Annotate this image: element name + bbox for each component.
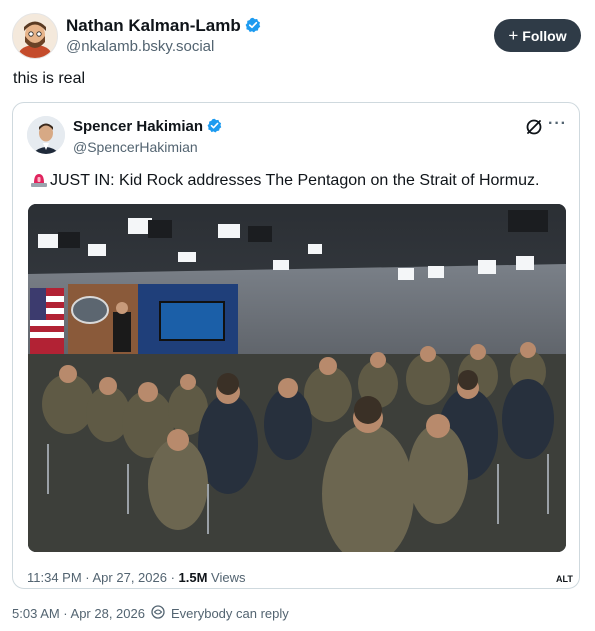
author-name-text[interactable]: Nathan Kalman-Lamb bbox=[66, 16, 241, 35]
follow-button[interactable]: + Follow bbox=[494, 19, 581, 52]
reply-settings-icon bbox=[151, 605, 165, 622]
bluesky-logo-icon[interactable] bbox=[524, 117, 544, 137]
quoted-author-handle[interactable]: @SpencerHakimian bbox=[73, 139, 198, 155]
quoted-author-avatar[interactable] bbox=[27, 116, 65, 154]
author-name[interactable]: Nathan Kalman-Lamb bbox=[66, 16, 261, 38]
more-options-icon[interactable]: ··· bbox=[548, 115, 567, 133]
quoted-post-views-count: 1.5M bbox=[178, 570, 208, 585]
post-footer: 5:03 AM · Apr 28, 2026 Everybody can rep… bbox=[12, 605, 289, 622]
reply-settings-label[interactable]: Everybody can reply bbox=[171, 606, 289, 621]
quoted-author-name[interactable]: Spencer Hakimian bbox=[73, 118, 222, 137]
verified-badge-icon bbox=[245, 17, 261, 38]
verified-badge-icon bbox=[207, 118, 222, 137]
quoted-post-text: JUST IN: Kid Rock addresses The Pentagon… bbox=[30, 171, 539, 190]
avatar-illustration bbox=[13, 14, 57, 58]
post-text: this is real bbox=[13, 70, 86, 87]
alt-text-badge[interactable]: ALT bbox=[553, 573, 576, 585]
follow-label: Follow bbox=[522, 27, 567, 44]
quoted-post-text-body: JUST IN: Kid Rock addresses The Pentagon… bbox=[50, 172, 540, 189]
pentagon-briefing-photo bbox=[28, 204, 566, 552]
quoted-post-views-label: Views bbox=[207, 570, 246, 585]
author-avatar[interactable] bbox=[12, 13, 58, 59]
post-timestamp[interactable]: 5:03 AM · Apr 28, 2026 bbox=[12, 606, 145, 621]
quoted-post-timestamp[interactable]: 11:34 PM · Apr 27, 2026 · bbox=[27, 570, 179, 585]
siren-emoji-icon bbox=[30, 171, 48, 187]
quoted-author-name-text[interactable]: Spencer Hakimian bbox=[73, 118, 203, 135]
quoted-post-image[interactable] bbox=[28, 204, 566, 552]
author-handle[interactable]: @nkalamb.bsky.social bbox=[66, 38, 214, 55]
quoted-post-meta: 11:34 PM · Apr 27, 2026 · 1.5M Views bbox=[27, 570, 245, 585]
quoted-avatar-photo bbox=[27, 116, 65, 154]
plus-icon: + bbox=[508, 25, 519, 45]
